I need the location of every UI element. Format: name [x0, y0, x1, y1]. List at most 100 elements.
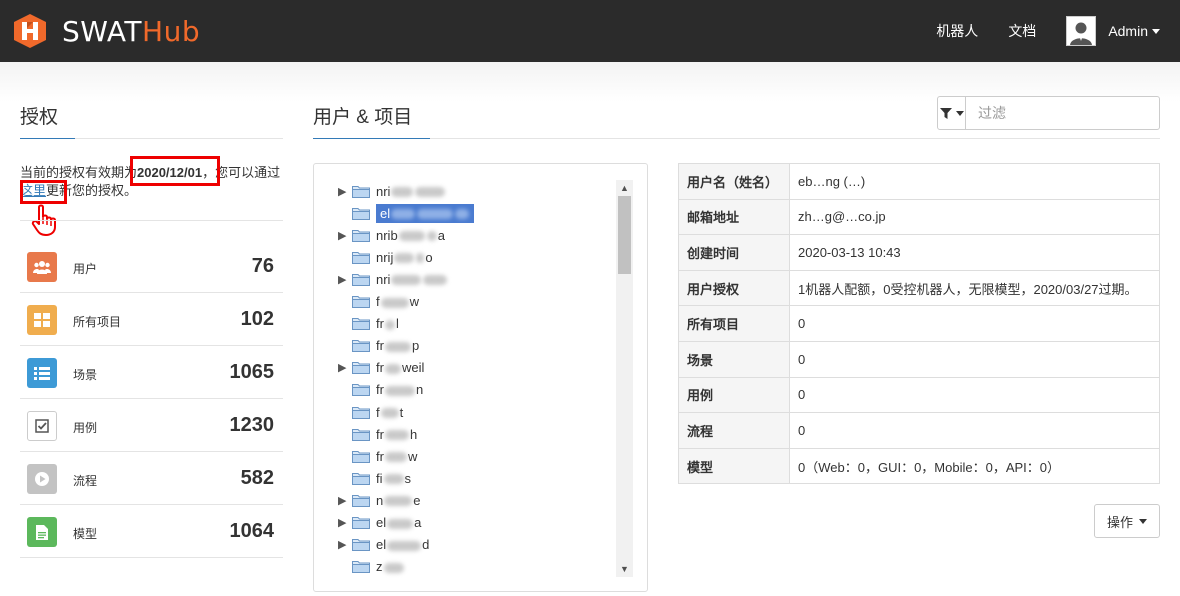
detail-key: 创建时间: [678, 234, 790, 271]
redacted-text: [416, 253, 425, 264]
stat-value: 1064: [229, 520, 275, 542]
folder-icon: [352, 251, 370, 264]
redacted-text: [455, 209, 470, 220]
folder-icon: [352, 384, 370, 397]
redacted-text: [394, 253, 415, 264]
detail-value: 0: [789, 412, 1160, 449]
tree-node-label: fr h: [376, 426, 418, 442]
swathub-logo-icon: [14, 14, 46, 48]
tree-node[interactable]: fr p: [338, 335, 419, 357]
detail-value: 0: [789, 305, 1160, 342]
stat-label: 用户: [73, 262, 98, 276]
stat-flows[interactable]: 流程 582: [20, 452, 283, 505]
redacted-text: [398, 231, 425, 242]
tree-node[interactable]: ▶ nrib a: [338, 224, 445, 246]
stats-top-divider: [20, 220, 283, 221]
redacted-text: [391, 275, 422, 286]
tree-node[interactable]: fr w: [338, 445, 417, 467]
nav-robots-link[interactable]: 机器人: [936, 21, 978, 41]
detail-key: 流程: [678, 412, 790, 449]
tree-node[interactable]: ft: [338, 401, 403, 423]
tree-node[interactable]: fi s: [338, 467, 411, 489]
redacted-text: [417, 209, 454, 220]
tree-node[interactable]: ▶ n e: [338, 489, 420, 511]
stat-value: 76: [251, 255, 274, 277]
chevron-down-icon: [1139, 518, 1147, 524]
folder-icon: [352, 450, 370, 463]
scroll-up-icon[interactable]: ▲: [616, 180, 633, 196]
folder-icon: [352, 406, 370, 419]
tree-node[interactable]: fw: [338, 291, 419, 313]
stat-label: 模型: [73, 527, 98, 541]
detail-row: 邮箱地址 zh…g@…co.jp: [678, 198, 1160, 236]
tree-node[interactable]: ▶ el a: [338, 512, 421, 534]
tree-node[interactable]: nrij o: [338, 246, 433, 268]
stat-models[interactable]: 模型 1064: [20, 505, 283, 558]
stat-scenarios[interactable]: 场景 1065: [20, 346, 283, 399]
expand-arrow-icon[interactable]: ▶: [338, 361, 352, 374]
top-navbar: SWATHub 机器人 文档 Admin: [0, 0, 1180, 62]
tree-node-label: nrij o: [376, 249, 433, 265]
expand-arrow-icon[interactable]: ▶: [338, 538, 352, 551]
stat-value: 582: [240, 467, 274, 489]
detail-key: 所有项目: [678, 305, 790, 342]
nav-docs-link[interactable]: 文档: [1008, 21, 1036, 41]
detail-row: 所有项目 0: [678, 305, 1160, 342]
tree-node-label: ne: [376, 492, 421, 508]
stat-testcases[interactable]: 用例 1230: [20, 399, 283, 452]
tree-node[interactable]: ▶ nri: [338, 268, 448, 290]
folder-icon: [352, 318, 370, 331]
detail-key: 用户名（姓名）: [678, 163, 790, 200]
tree-node[interactable]: ▶ el d: [338, 534, 429, 556]
detail-value: 0（Web：0，GUI：0，Mobile：0，API：0）: [789, 447, 1160, 485]
filter-dropdown-button[interactable]: [938, 97, 966, 129]
tree-node-label: fr l: [376, 316, 399, 332]
expand-arrow-icon[interactable]: ▶: [338, 494, 352, 507]
redacted-text: [384, 496, 413, 507]
stat-projects[interactable]: 所有项目 102: [20, 293, 283, 346]
scroll-down-icon[interactable]: ▼: [616, 561, 633, 577]
redacted-text: [380, 297, 409, 308]
folder-icon: [352, 472, 370, 485]
tree-node[interactable]: z: [338, 556, 405, 578]
stat-label: 所有项目: [73, 315, 122, 329]
tree-node-label: el: [376, 203, 475, 223]
tree-node[interactable]: fr h: [338, 423, 417, 445]
brand[interactable]: SWATHub: [14, 12, 200, 50]
detail-row: 创建时间 2020-03-13 10:43: [678, 234, 1160, 271]
detail-key: 用例: [678, 376, 790, 414]
tree-node-label: z: [376, 559, 405, 574]
brand-name: SWATHub: [62, 14, 201, 48]
stat-users[interactable]: 用户 76: [20, 240, 283, 293]
tree-node-label: fi s: [376, 470, 411, 486]
tree-scrollbar-thumb[interactable]: [618, 196, 631, 274]
redacted-text: [380, 408, 399, 419]
tree-node[interactable]: ▶ nri: [338, 180, 446, 202]
operations-dropdown-button[interactable]: 操作: [1094, 504, 1160, 538]
document-icon: [27, 517, 57, 547]
redacted-text: [383, 474, 404, 485]
license-title: 授权: [20, 107, 59, 128]
expand-arrow-icon[interactable]: ▶: [338, 273, 352, 286]
folder-icon: [352, 229, 370, 242]
redacted-text: [383, 562, 404, 573]
filter-input[interactable]: [966, 97, 1159, 129]
users-projects-divider: [313, 138, 1160, 139]
user-menu-toggle[interactable]: Admin: [1108, 23, 1160, 39]
tree-node-label: fr p: [376, 338, 420, 354]
tree-node[interactable]: ▶ fr weil: [338, 357, 424, 379]
folder-icon: [352, 428, 370, 441]
detail-row: 用户授权 1机器人配额，0受控机器人，无限模型，2020/03/27过期。: [678, 269, 1160, 307]
folder-icon: [352, 185, 370, 198]
tree-node[interactable]: el: [338, 202, 475, 224]
expand-arrow-icon[interactable]: ▶: [338, 229, 352, 242]
expand-arrow-icon[interactable]: ▶: [338, 516, 352, 529]
tree-node[interactable]: fr n: [338, 379, 423, 401]
expand-arrow-icon[interactable]: ▶: [338, 185, 352, 198]
tree-node-label: fw: [376, 294, 420, 309]
users-projects-title: 用户 & 项目: [313, 107, 413, 128]
avatar-icon[interactable]: [1066, 16, 1097, 46]
tree-node-label: fr n: [376, 382, 424, 398]
tree-node[interactable]: fr l: [338, 313, 399, 335]
tree-node-label: fr w: [376, 448, 418, 464]
